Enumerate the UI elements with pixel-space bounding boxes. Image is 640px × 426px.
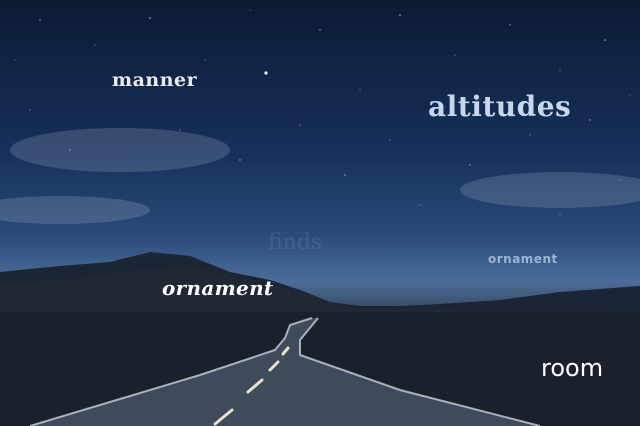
faint-overlay-word: finds — [268, 230, 323, 255]
overlay-word-manner: manner — [112, 69, 198, 91]
night-road-photo: finds manner altitudes ornament ornament… — [0, 0, 640, 426]
overlay-word-room: room — [541, 354, 604, 382]
overlay-word-ornament-script: ornament — [162, 276, 274, 300]
overlay-word-altitudes: altitudes — [428, 90, 572, 123]
overlay-word-ornament-small: ornament — [488, 252, 558, 266]
